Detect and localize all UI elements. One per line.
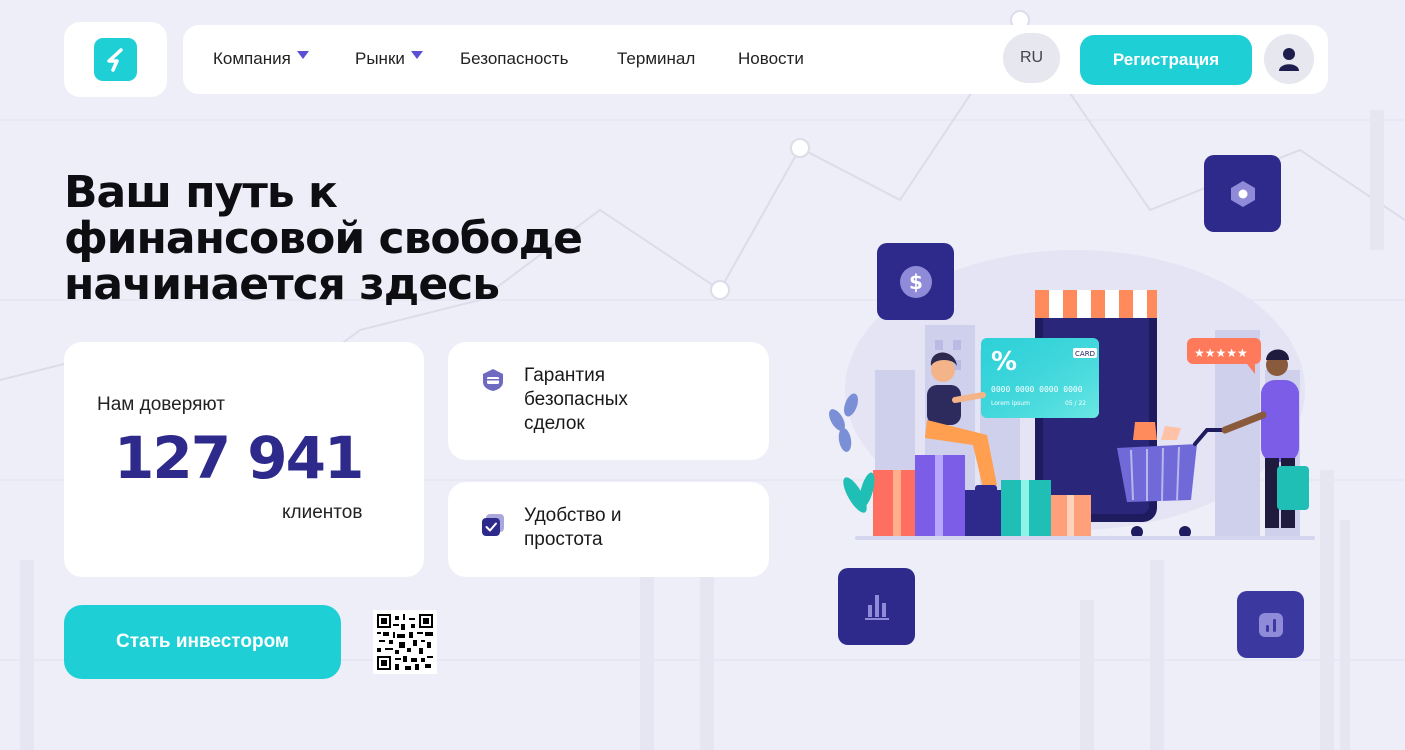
- feature-card-convenience: Удобство и простота: [448, 482, 769, 577]
- hexagon-icon: [1230, 180, 1255, 207]
- logo[interactable]: [64, 22, 167, 97]
- hero-title-line: финансовой свободе: [64, 213, 583, 264]
- feature-line: простота: [524, 529, 603, 550]
- nav-markets[interactable]: Рынки: [355, 49, 423, 69]
- chevron-down-icon: [410, 51, 423, 59]
- user-account-button[interactable]: [1264, 34, 1314, 84]
- trust-card: Нам доверяют 127 941 клиентов: [64, 342, 424, 577]
- svg-text:★★★★★: ★★★★★: [1194, 346, 1248, 360]
- shield-card-icon: [483, 369, 503, 391]
- bar-chart-tile: [838, 568, 915, 645]
- analytics-icon: [1258, 612, 1283, 637]
- hexagon-tile: [1204, 155, 1281, 232]
- nav-markets-label: Рынки: [355, 49, 405, 68]
- user-icon: [1279, 48, 1299, 71]
- nav-terminal[interactable]: Терминал: [617, 49, 695, 69]
- feature-text: Удобство и простота: [524, 504, 724, 552]
- register-button[interactable]: Регистрация: [1080, 35, 1252, 85]
- top-navbar: Компания Рынки Безопасность Терминал Нов…: [183, 25, 1328, 94]
- feature-line: Гарантия: [524, 365, 606, 386]
- feature-card-safe-deals: Гарантия безопасных сделок: [448, 342, 769, 460]
- feature-line: сделок: [524, 413, 585, 434]
- hero-title-line: Ваш путь к: [64, 167, 338, 218]
- check-square-icon: [482, 514, 504, 536]
- hero-title: Ваш путь к финансовой свободе начинается…: [64, 170, 784, 308]
- svg-text:%: %: [991, 347, 1017, 377]
- nav-news-label: Новости: [738, 49, 804, 68]
- dollar-tile: $: [877, 243, 954, 320]
- hero-title-line: начинается здесь: [64, 259, 500, 310]
- nav-news[interactable]: Новости: [738, 49, 804, 69]
- language-switch[interactable]: RU: [1003, 33, 1060, 83]
- chevron-down-icon: [296, 51, 309, 59]
- svg-text:05 / 22: 05 / 22: [1065, 400, 1086, 407]
- credit-card: % CARD 0000 0000 0000 0000 Lorem ipsum 0…: [981, 338, 1099, 418]
- analytics-tile: [1237, 591, 1304, 658]
- qr-code-icon[interactable]: [373, 610, 437, 674]
- feature-line: безопасных: [524, 389, 628, 410]
- svg-text:CARD: CARD: [1075, 350, 1095, 358]
- trust-label: Нам доверяют: [97, 394, 225, 415]
- svg-text:Lorem ipsum: Lorem ipsum: [991, 400, 1030, 407]
- nav-terminal-label: Терминал: [617, 49, 696, 68]
- svg-text:0000 0000 0000 0000: 0000 0000 0000 0000: [991, 385, 1083, 394]
- become-investor-button[interactable]: Стать инвестором: [64, 605, 341, 679]
- feature-text: Гарантия безопасных сделок: [524, 364, 724, 436]
- feature-line: Удобство и: [524, 505, 622, 526]
- svg-text:$: $: [909, 270, 923, 294]
- clients-count: 127 941: [114, 424, 364, 492]
- nav-security[interactable]: Безопасность: [460, 49, 568, 69]
- nav-company[interactable]: Компания: [213, 49, 309, 69]
- nav-company-label: Компания: [213, 49, 291, 68]
- nav-security-label: Безопасность: [460, 49, 569, 68]
- bar-chart-icon: [864, 594, 889, 620]
- trust-suffix: клиентов: [282, 502, 363, 523]
- awning: [1035, 290, 1157, 318]
- dollar-icon: $: [899, 265, 932, 298]
- logo-icon: [94, 38, 137, 81]
